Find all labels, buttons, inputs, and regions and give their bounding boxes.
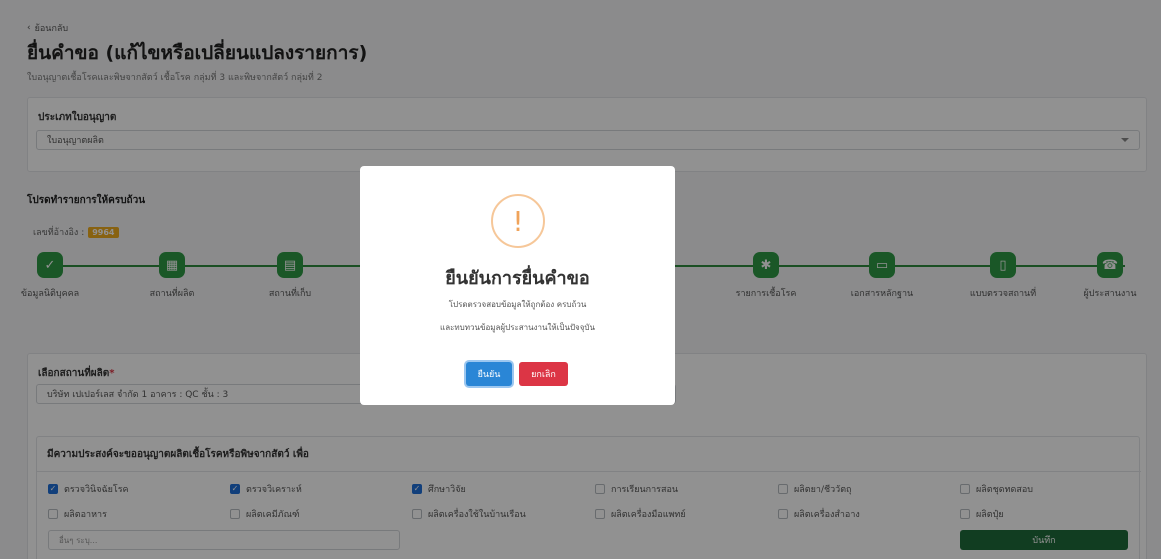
exclamation-icon: ! — [491, 194, 545, 248]
dialog-message-line2: และทบทวนข้อมูลผู้ประสานงานให้เป็นปัจจุบั… — [440, 323, 595, 332]
confirm-dialog: ! ยืนยันการยื่นคำขอ โปรดตรวจสอบข้อมูลให้… — [360, 166, 675, 405]
dialog-message-line1: โปรดตรวจสอบข้อมูลให้ถูกต้อง ครบถ้วน — [448, 300, 587, 309]
cancel-button[interactable]: ยกเลิก — [519, 362, 568, 386]
confirm-button[interactable]: ยืนยัน — [466, 362, 512, 386]
dialog-title: ยืนยันการยื่นคำขอ — [445, 268, 590, 289]
